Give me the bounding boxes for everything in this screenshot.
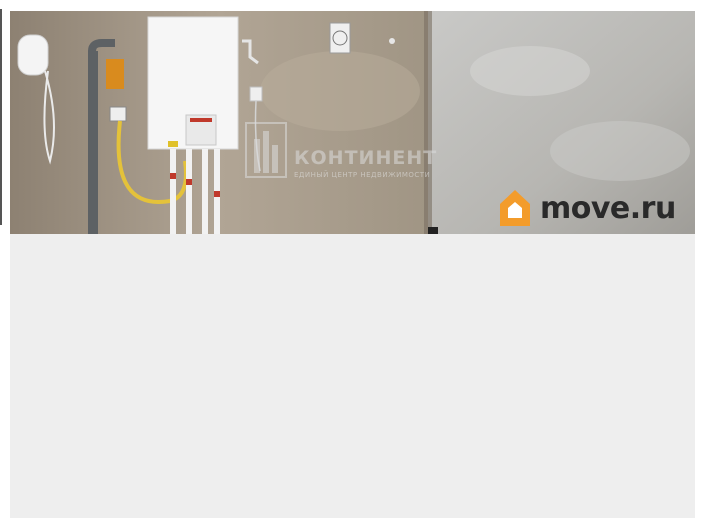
wall-plug — [389, 38, 395, 44]
boiler-logo — [190, 118, 212, 122]
plaster-patch — [550, 121, 690, 181]
page-left-border — [0, 9, 2, 225]
gallery-frame: КОНТИНЕНТ ЕДИНЫЙ ЦЕНТР НЕДВИЖИМОСТИ move… — [10, 11, 695, 518]
valve-red — [214, 191, 220, 197]
gas-pipe — [88, 51, 98, 234]
gas-meter — [109, 106, 127, 122]
site-brand: move.ru — [498, 187, 676, 229]
valve-red — [186, 179, 192, 185]
listing-photo[interactable]: КОНТИНЕНТ ЕДИНЫЙ ЦЕНТР НЕДВИЖИМОСТИ move… — [10, 11, 695, 234]
plaster-patch — [470, 46, 590, 96]
gas-valve — [106, 59, 124, 89]
agency-watermark: КОНТИНЕНТ ЕДИНЫЙ ЦЕНТР НЕДВИЖИМОСТИ — [242, 119, 462, 183]
water-pipe — [170, 149, 176, 234]
watermark-tagline: ЕДИНЫЙ ЦЕНТР НЕДВИЖИМОСТИ — [294, 171, 431, 179]
watermark-company: КОНТИНЕНТ — [294, 147, 438, 169]
floor-object — [428, 227, 438, 234]
wall-socket — [249, 86, 263, 102]
vent-fan — [17, 34, 49, 76]
water-pipe — [186, 149, 192, 234]
boiler-label — [168, 141, 178, 147]
valve-red — [170, 173, 176, 179]
agency-logo-icon — [245, 122, 287, 178]
image-placeholder-area — [10, 234, 695, 518]
water-pipe — [202, 149, 208, 234]
brand-name: move.ru — [540, 190, 676, 226]
house-logo-icon — [500, 190, 530, 226]
